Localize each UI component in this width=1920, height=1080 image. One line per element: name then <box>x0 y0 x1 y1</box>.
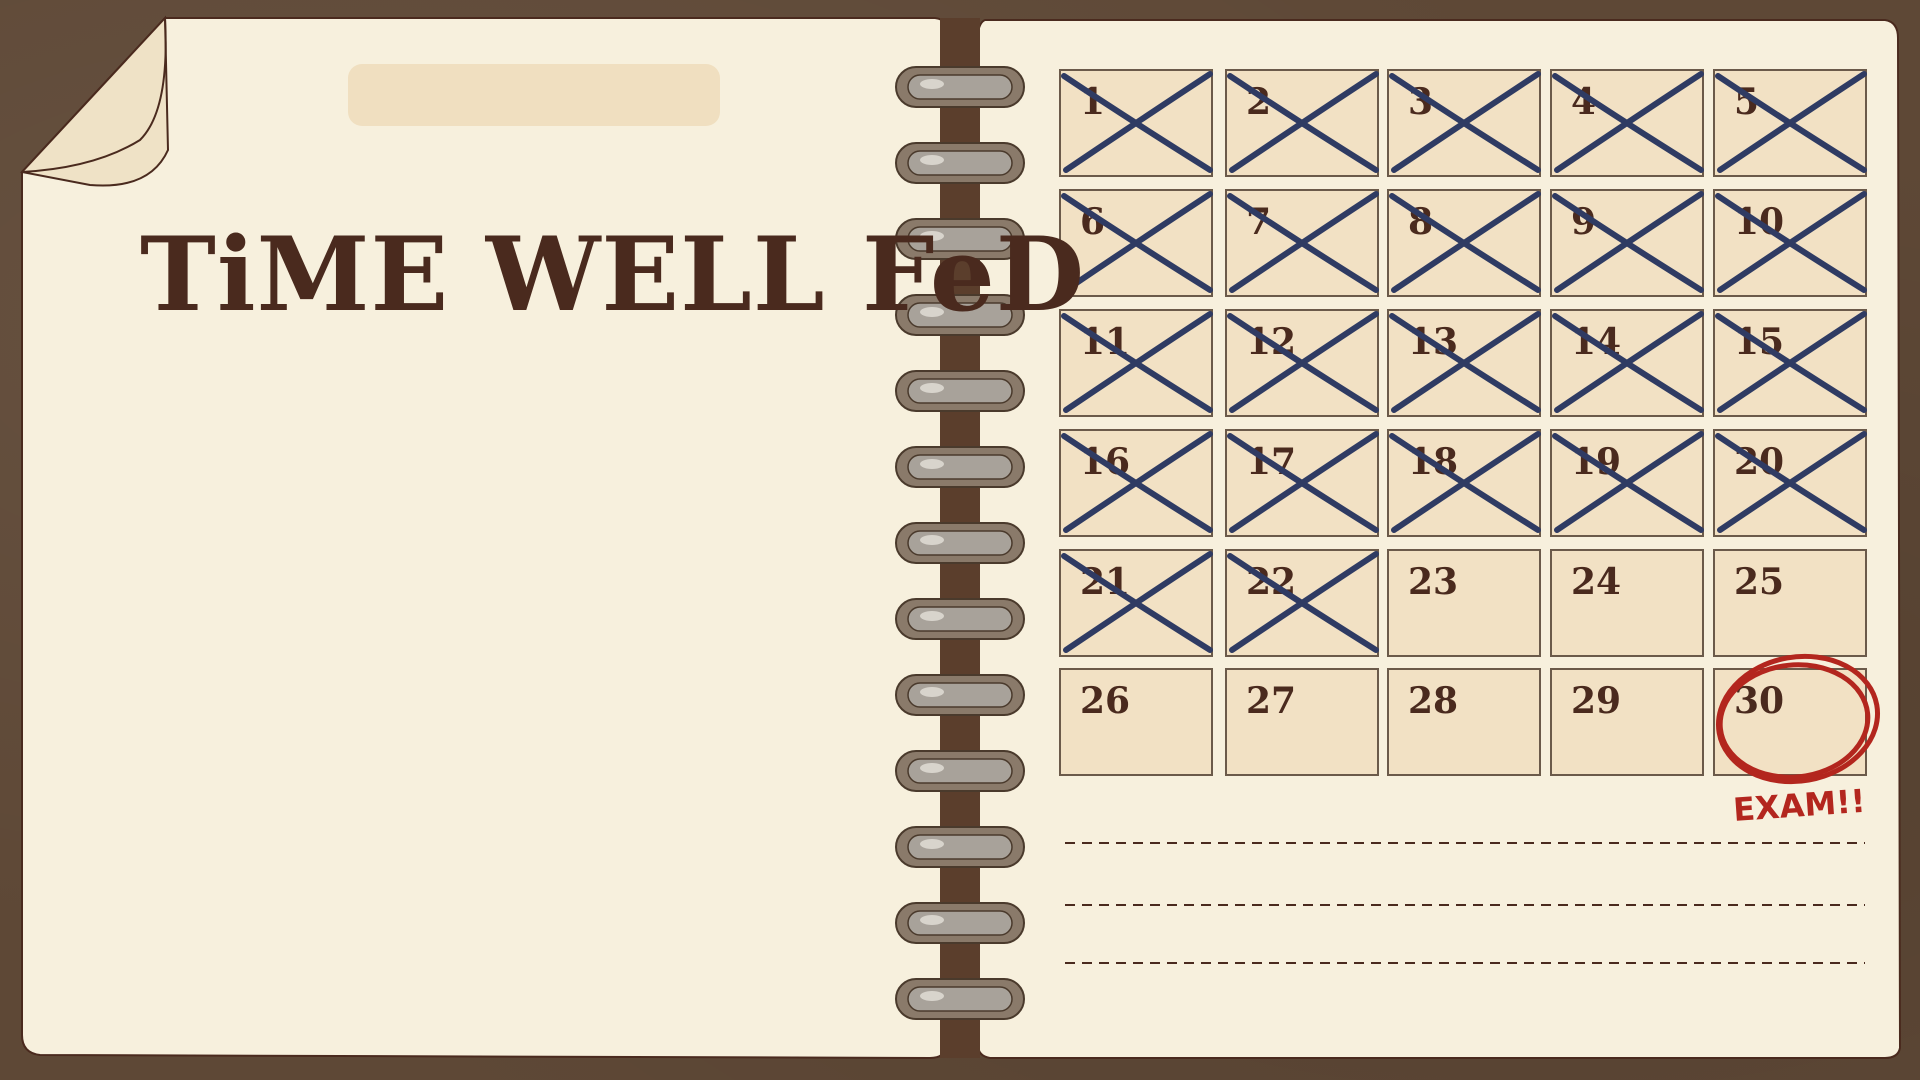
notebook-illustration: 1 2 3 4 56 7 8 9 1011 12 13 14 1516 17 18 19 2021 22 23 24 2… <box>20 15 1902 1060</box>
spiral-ring <box>895 750 1025 792</box>
day-number: 29 <box>1571 680 1621 722</box>
calendar-day-17[interactable]: 17 <box>1225 429 1379 537</box>
calendar-day-2[interactable]: 2 <box>1225 69 1379 177</box>
calendar-day-28[interactable]: 28 <box>1387 668 1541 776</box>
calendar-day-4[interactable]: 4 <box>1550 69 1704 177</box>
day-number: 24 <box>1571 561 1621 603</box>
spiral-ring <box>895 978 1025 1020</box>
calendar-day-7[interactable]: 7 <box>1225 189 1379 297</box>
left-page <box>20 15 950 1060</box>
calendar-day-1[interactable]: 1 <box>1059 69 1213 177</box>
calendar-day-10[interactable]: 10 <box>1713 189 1867 297</box>
spiral-ring <box>895 826 1025 868</box>
spiral-ring <box>895 370 1025 412</box>
calendar-day-24[interactable]: 24 <box>1550 549 1704 657</box>
calendar-day-19[interactable]: 19 <box>1550 429 1704 537</box>
calendar-day-23[interactable]: 23 <box>1387 549 1541 657</box>
calendar-day-13[interactable]: 13 <box>1387 309 1541 417</box>
day-number: 28 <box>1408 680 1458 722</box>
calendar-day-12[interactable]: 12 <box>1225 309 1379 417</box>
calendar-day-22[interactable]: 22 <box>1225 549 1379 657</box>
spiral-ring <box>895 902 1025 944</box>
calendar-day-9[interactable]: 9 <box>1550 189 1704 297</box>
calendar-day-18[interactable]: 18 <box>1387 429 1541 537</box>
spiral-ring <box>895 446 1025 488</box>
calendar-day-21[interactable]: 21 <box>1059 549 1213 657</box>
calendar-day-15[interactable]: 15 <box>1713 309 1867 417</box>
calendar-day-20[interactable]: 20 <box>1713 429 1867 537</box>
calendar-day-25[interactable]: 25 <box>1713 549 1867 657</box>
day-number: 23 <box>1408 561 1458 603</box>
notebook-scene: 1 2 3 4 5 6 7 8 9 10 11 12 13 14 15 16 17 18 19 20 21 22 23 24 2… <box>0 0 1920 1080</box>
calendar-day-5[interactable]: 5 <box>1713 69 1867 177</box>
spiral-ring <box>895 598 1025 640</box>
calendar-day-27[interactable]: 27 <box>1225 668 1379 776</box>
spiral-ring <box>895 522 1025 564</box>
calendar-day-3[interactable]: 3 <box>1387 69 1541 177</box>
day-number: 26 <box>1080 680 1130 722</box>
calendar-day-26[interactable]: 26 <box>1059 668 1213 776</box>
calendar-day-29[interactable]: 29 <box>1550 668 1704 776</box>
day-number: 27 <box>1246 680 1296 722</box>
page-title: TiME WELL FeD <box>140 215 1086 335</box>
calendar-day-16[interactable]: 16 <box>1059 429 1213 537</box>
calendar-day-14[interactable]: 14 <box>1550 309 1704 417</box>
spiral-ring <box>895 142 1025 184</box>
calendar-day-8[interactable]: 8 <box>1387 189 1541 297</box>
spiral-ring <box>895 66 1025 108</box>
spiral-ring <box>895 674 1025 716</box>
header-tab <box>348 64 720 126</box>
day-number: 25 <box>1734 561 1784 603</box>
